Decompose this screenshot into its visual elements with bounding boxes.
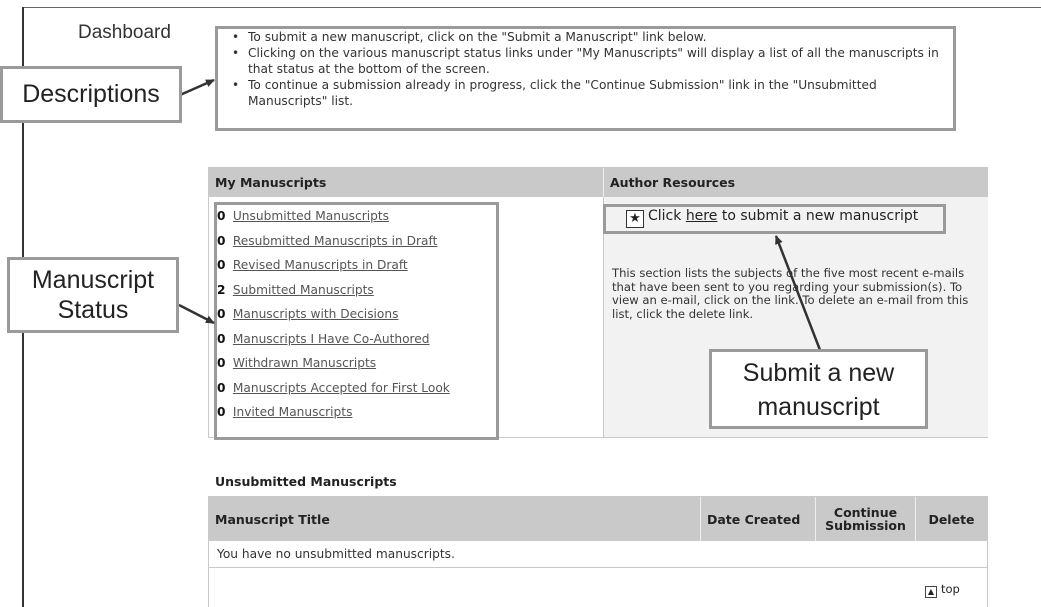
descriptions-arrow bbox=[179, 78, 215, 97]
status-arrow bbox=[178, 303, 215, 325]
callout-submit-line2: manuscript bbox=[757, 393, 880, 421]
callout-status-line1: Manuscript bbox=[31, 266, 155, 294]
submit-new-manuscript-callout: Submit a new manuscript bbox=[709, 349, 928, 429]
submit-arrow bbox=[774, 235, 822, 351]
manuscript-status-callout: Manuscript Status bbox=[7, 257, 179, 333]
descriptions-callout: Descriptions bbox=[0, 66, 182, 123]
callout-submit-line1: Submit a new bbox=[742, 359, 895, 387]
callout-status-line2: Status bbox=[57, 296, 129, 324]
